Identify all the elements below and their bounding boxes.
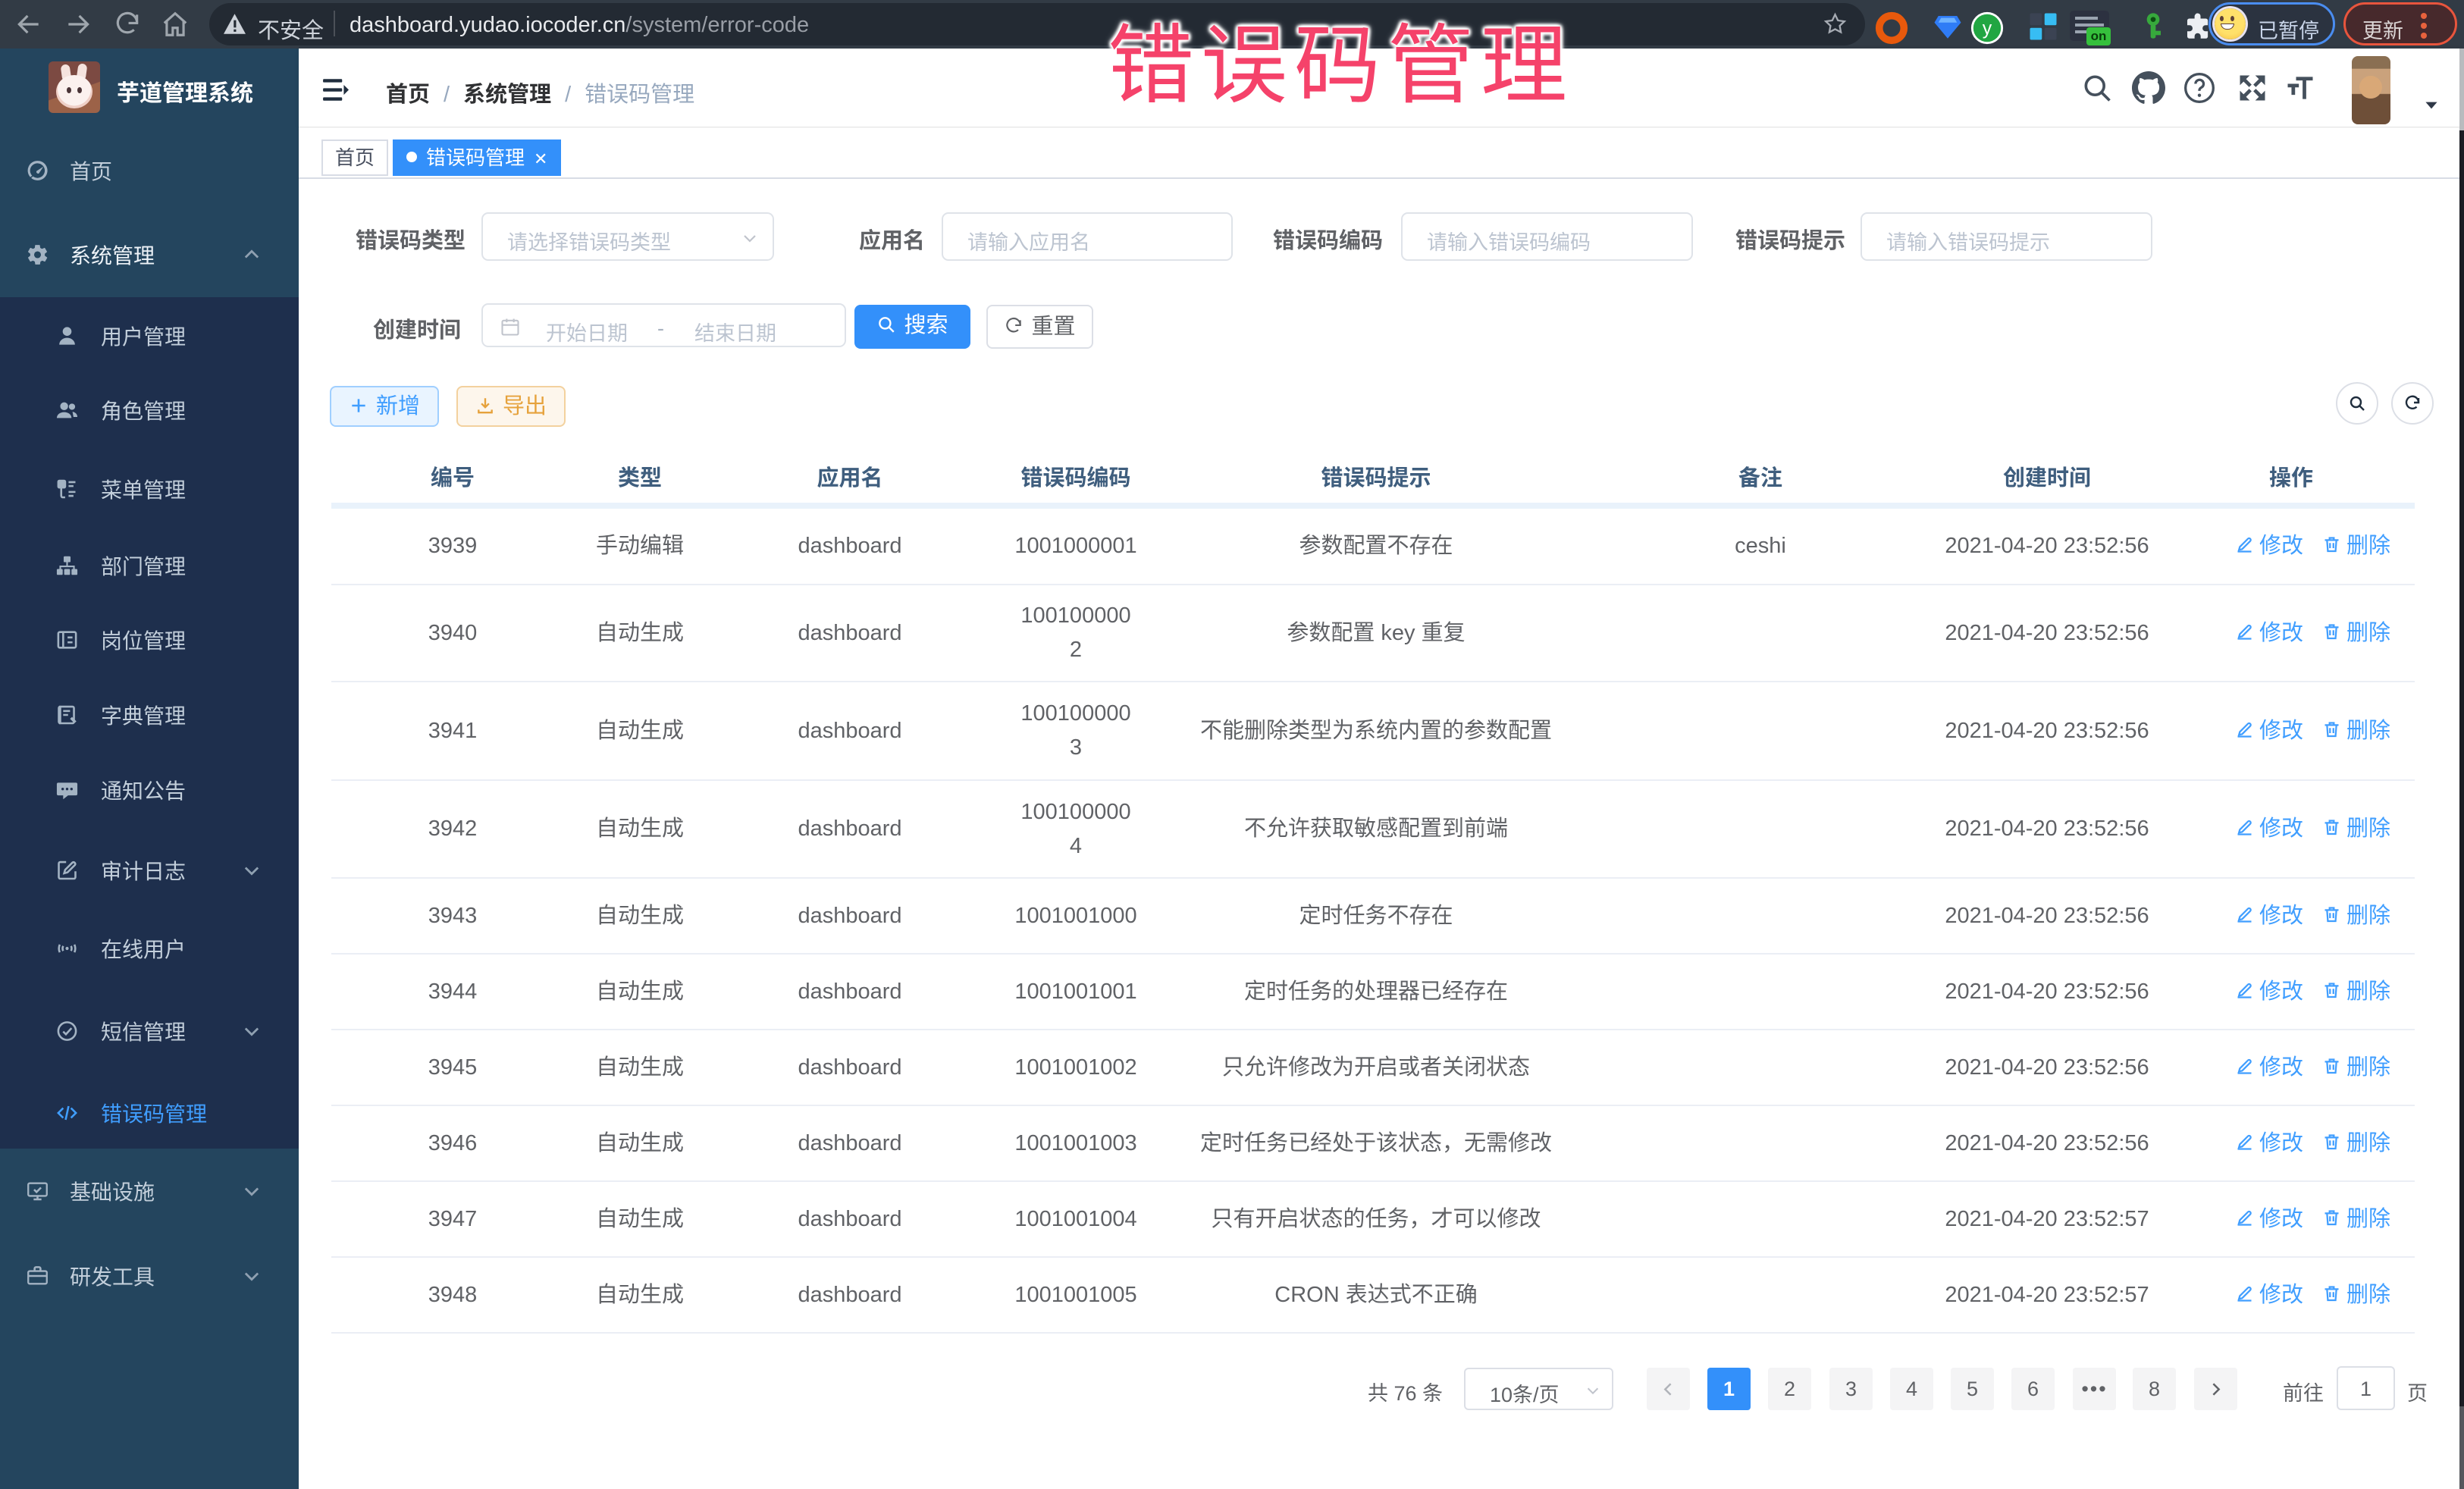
svg-text:y: y	[1983, 18, 1992, 39]
